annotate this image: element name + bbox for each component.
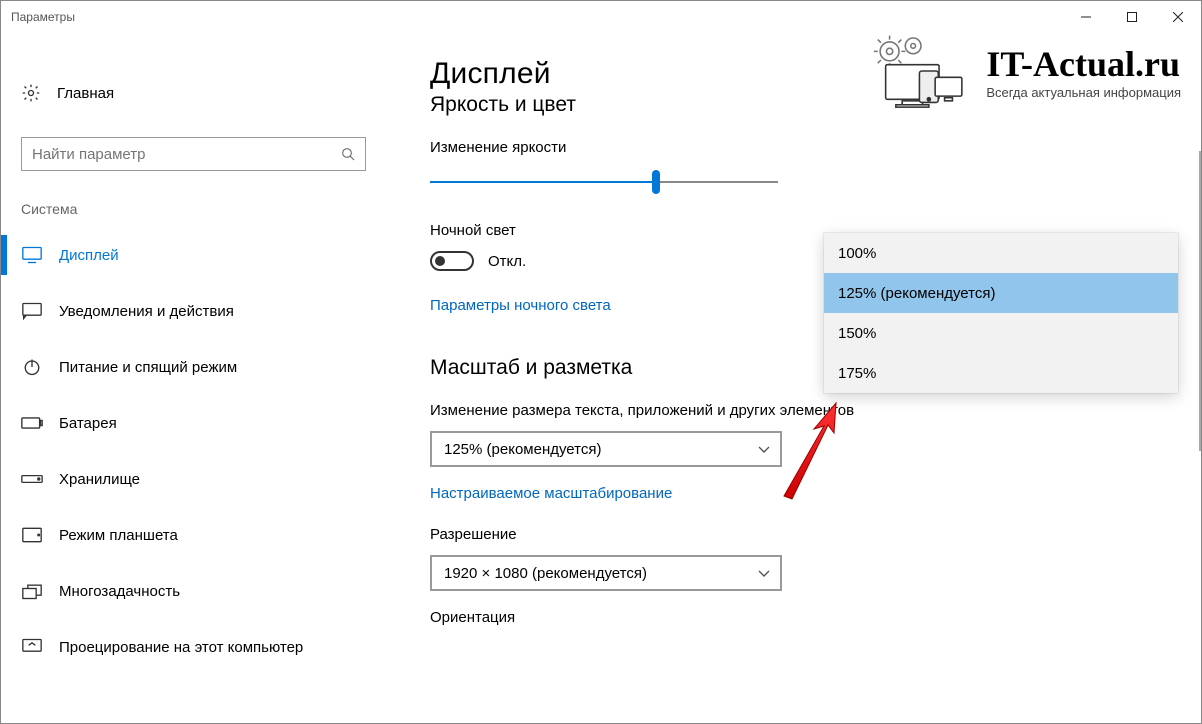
home-link[interactable]: Главная <box>1 73 386 113</box>
sidebar-category: Система <box>1 201 386 227</box>
resolution-dropdown[interactable]: 1920 × 1080 (рекомендуется) <box>430 555 782 591</box>
tablet-icon <box>21 527 43 543</box>
resolution-value: 1920 × 1080 (рекомендуется) <box>444 565 647 582</box>
night-light-settings-link[interactable]: Параметры ночного света <box>430 297 611 314</box>
slider-fill <box>430 181 656 183</box>
sidebar-item-notifications[interactable]: Уведомления и действия <box>1 283 386 339</box>
multitask-icon <box>21 582 43 600</box>
scale-dropdown-popup: 100% 125% (рекомендуется) 150% 175% <box>824 233 1178 393</box>
sidebar-nav: Дисплей Уведомления и действия Питание и… <box>1 227 386 675</box>
sidebar-item-label: Уведомления и действия <box>59 303 234 320</box>
scale-option-150[interactable]: 150% <box>824 313 1178 353</box>
sidebar-item-power[interactable]: Питание и спящий режим <box>1 339 386 395</box>
scale-option-125[interactable]: 125% (рекомендуется) <box>824 273 1178 313</box>
battery-icon <box>21 416 43 430</box>
toggle-knob <box>435 256 445 266</box>
sidebar-item-label: Режим планшета <box>59 527 178 544</box>
search-box[interactable] <box>21 137 366 171</box>
sidebar-item-label: Дисплей <box>59 247 119 264</box>
scrollbar[interactable] <box>1199 151 1201 451</box>
logo-subtitle: Всегда актуальная информация <box>986 85 1181 100</box>
scale-dropdown[interactable]: 125% (рекомендуется) <box>430 431 782 467</box>
sidebar-item-tablet[interactable]: Режим планшета <box>1 507 386 563</box>
scale-label: Изменение размера текста, приложений и д… <box>430 402 1181 419</box>
sidebar-item-label: Проецирование на этот компьютер <box>59 639 303 656</box>
project-icon <box>21 638 43 656</box>
sidebar-item-battery[interactable]: Батарея <box>1 395 386 451</box>
custom-scaling-link[interactable]: Настраиваемое масштабирование <box>430 485 672 502</box>
window-title: Параметры <box>11 10 1063 24</box>
maximize-button[interactable] <box>1109 1 1155 33</box>
resolution-label: Разрешение <box>430 526 1181 543</box>
storage-icon <box>21 474 43 484</box>
sidebar-item-storage[interactable]: Хранилище <box>1 451 386 507</box>
scale-value: 125% (рекомендуется) <box>444 441 601 458</box>
logo-title: IT-Actual.ru <box>986 43 1181 85</box>
slider-thumb[interactable] <box>652 170 660 194</box>
scale-option-175[interactable]: 175% <box>824 353 1178 393</box>
night-light-toggle[interactable] <box>430 251 474 271</box>
brightness-label: Изменение яркости <box>430 139 1181 156</box>
gear-icon <box>21 83 41 103</box>
search-icon <box>331 146 365 162</box>
logo-graphic-icon <box>866 31 976 111</box>
sidebar-item-project[interactable]: Проецирование на этот компьютер <box>1 619 386 675</box>
window-controls <box>1063 1 1201 33</box>
chevron-down-icon <box>758 441 770 458</box>
sidebar: Главная Система Дисплей Уведомления и де… <box>1 33 386 723</box>
scale-option-100[interactable]: 100% <box>824 233 1178 273</box>
home-label: Главная <box>57 85 114 102</box>
search-input[interactable] <box>22 146 331 163</box>
sidebar-item-label: Питание и спящий режим <box>59 359 237 376</box>
sidebar-item-display[interactable]: Дисплей <box>1 227 386 283</box>
titlebar: Параметры <box>1 1 1201 33</box>
toggle-state-text: Откл. <box>488 253 526 270</box>
chat-icon <box>21 302 43 320</box>
power-icon <box>21 358 43 376</box>
sidebar-item-label: Хранилище <box>59 471 140 488</box>
close-button[interactable] <box>1155 1 1201 33</box>
chevron-down-icon <box>758 565 770 582</box>
sidebar-item-label: Многозадачность <box>59 583 180 600</box>
sidebar-item-label: Батарея <box>59 415 117 432</box>
sidebar-item-multitask[interactable]: Многозадачность <box>1 563 386 619</box>
watermark-logo: IT-Actual.ru Всегда актуальная информаци… <box>866 31 1181 111</box>
brightness-slider[interactable] <box>430 168 778 196</box>
orientation-label: Ориентация <box>430 609 1181 626</box>
monitor-icon <box>21 246 43 264</box>
minimize-button[interactable] <box>1063 1 1109 33</box>
